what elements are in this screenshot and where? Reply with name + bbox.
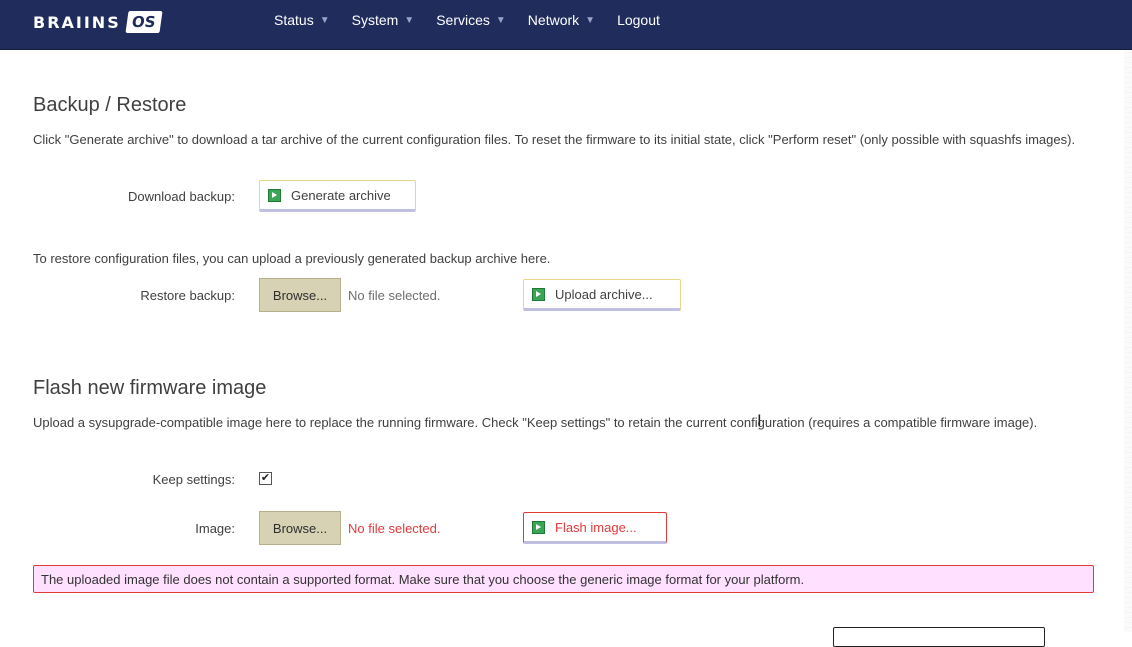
apply-icon (532, 520, 545, 534)
generate-archive-button[interactable]: Generate archive (259, 180, 416, 212)
image-browse-button[interactable]: Browse... (259, 511, 341, 545)
chevron-down-icon: ▼ (319, 14, 330, 26)
logo-wordmark: BRAIINS (33, 12, 121, 32)
page-edge-shadow (1124, 50, 1132, 632)
braiins-os-logo[interactable]: BRAIINS OS (33, 10, 162, 34)
top-navbar: BRAIINS OS Status ▼ System ▼ Services ▼ … (0, 0, 1132, 50)
backup-restore-title: Backup / Restore (33, 94, 187, 116)
nav-network-label: Network (527, 12, 580, 28)
restore-description: To restore configuration files, you can … (33, 251, 551, 266)
upload-error-text: The uploaded image file does not contain… (41, 571, 805, 587)
restore-browse-button[interactable]: Browse... (259, 278, 341, 312)
flash-image-label: Flash image... (555, 519, 637, 535)
nav-services[interactable]: Services ▼ (436, 12, 506, 28)
nav-status[interactable]: Status ▼ (274, 12, 330, 28)
chevron-down-icon: ▼ (404, 14, 415, 26)
keep-settings-label: Keep settings: (152, 472, 235, 487)
apply-icon (532, 287, 545, 301)
download-backup-label: Download backup: (128, 189, 235, 204)
logo-badge: OS (125, 11, 162, 33)
flash-firmware-title: Flash new firmware image (33, 377, 267, 399)
upload-error-alert: The uploaded image file does not contain… (33, 565, 1094, 593)
main-nav: Status ▼ System ▼ Services ▼ Network ▼ L… (274, 0, 682, 40)
flash-image-button[interactable]: Flash image... (523, 512, 667, 544)
generate-archive-label: Generate archive (291, 187, 391, 203)
restore-backup-label: Restore backup: (140, 288, 235, 303)
keep-settings-checkbox[interactable]: ✔ (259, 472, 272, 485)
nav-services-label: Services (436, 12, 490, 28)
image-label: Image: (195, 521, 235, 536)
flash-description: Upload a sysupgrade-compatible image her… (33, 415, 1038, 430)
nav-logout[interactable]: Logout (617, 12, 660, 28)
nav-system[interactable]: System ▼ (352, 12, 415, 28)
partial-button-below-fold[interactable] (833, 627, 1045, 647)
upload-archive-label: Upload archive... (555, 286, 653, 302)
backup-description: Click "Generate archive" to download a t… (33, 132, 1076, 147)
nav-system-label: System (351, 12, 399, 28)
image-file-status: No file selected. (348, 521, 441, 536)
chevron-down-icon: ▼ (495, 14, 506, 26)
nav-status-label: Status (274, 12, 314, 28)
upload-archive-button[interactable]: Upload archive... (523, 279, 681, 311)
restore-file-status: No file selected. (348, 288, 441, 303)
apply-icon (268, 188, 281, 202)
nav-network[interactable]: Network ▼ (528, 12, 595, 28)
nav-logout-label: Logout (617, 12, 660, 28)
chevron-down-icon: ▼ (585, 14, 596, 26)
text-cursor-icon: I (757, 411, 762, 430)
checkmark-icon: ✔ (260, 472, 271, 484)
